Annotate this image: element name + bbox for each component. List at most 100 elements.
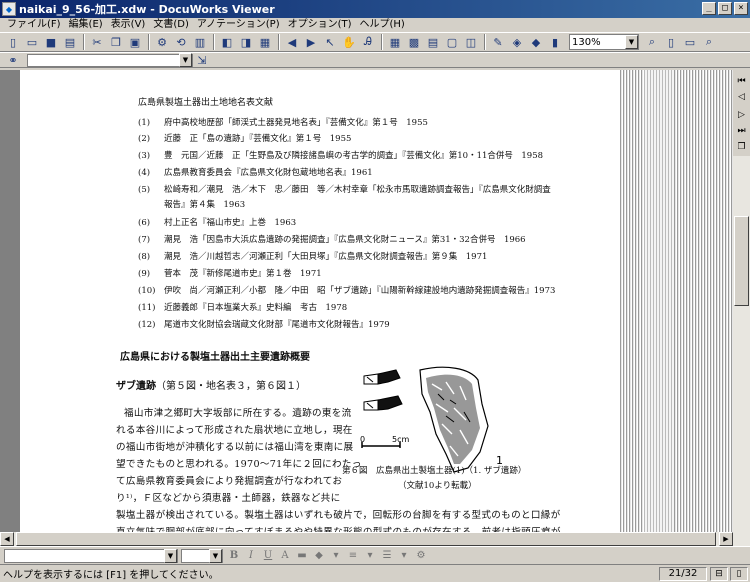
first-page-icon[interactable]: ⏮ — [735, 74, 748, 88]
properties-icon[interactable]: ⚙ — [153, 34, 171, 50]
chevron-down-icon[interactable]: ▾ — [328, 549, 344, 563]
docuworks-app-icon[interactable]: ◆ — [2, 2, 16, 16]
toolbar-separator — [484, 34, 486, 50]
toolbar-separator — [148, 34, 150, 50]
menu-file[interactable]: ファイル(F) — [3, 18, 65, 32]
reference-item: (10) 伊吹 尚／河瀬正利／小都 隆／中田 昭「ザブ遺跡」『山陽新幹線建設地内遺… — [138, 286, 556, 296]
pottery-figure: 0 5cm 1 — [360, 366, 503, 473]
menu-document[interactable]: 文書(D) — [149, 18, 193, 32]
reference-item: (2) 近藤 正「島の遺跡」『芸備文化』第１号 1955 — [138, 134, 352, 144]
text-color-icon[interactable]: A — [277, 549, 293, 563]
horizontal-scrollbar[interactable]: ◀ ▶ — [0, 532, 750, 546]
outline-view-icon[interactable]: ▤ — [424, 34, 442, 50]
text-format-toolbar: ▼ ▼ B I U A ▬ ◆ ▾ ≡ ▾ ☰ ▾ ⚙ — [0, 546, 750, 564]
fill-color-icon[interactable]: ◆ — [311, 549, 327, 563]
print-icon[interactable]: ▤ — [61, 34, 79, 50]
page-list-icon[interactable]: ❐ — [735, 140, 748, 154]
hand-tool-icon[interactable]: ✋ — [340, 34, 358, 50]
scroll-right-icon[interactable]: ▶ — [719, 532, 733, 546]
body-text-line: れる本谷川によって形成された扇状地に立地し，現在 — [116, 425, 353, 436]
rotate-icon[interactable]: ⟲ — [172, 34, 190, 50]
menu-options[interactable]: オプション(T) — [284, 18, 356, 32]
chevron-down-icon[interactable]: ▼ — [179, 53, 192, 67]
paste-icon[interactable]: ▣ — [126, 34, 144, 50]
page-edge-shadow — [620, 70, 733, 532]
chevron-down-icon[interactable]: ▼ — [164, 548, 177, 563]
pointer-tool-icon[interactable]: ↖ — [321, 34, 339, 50]
book-icon[interactable]: ▮ — [546, 34, 564, 50]
lock-icon: ⊟ — [710, 566, 728, 581]
figure-caption: 第６図 広島県出土製塩土器(1)（1. ザブ遺跡） — [342, 466, 527, 476]
vertical-scrollbar[interactable]: ⏮ ◁ ▷ ⏭ ❐ — [733, 70, 750, 532]
close-button[interactable]: × — [734, 2, 748, 15]
font-name-select[interactable]: ▼ — [4, 548, 178, 563]
italic-button[interactable]: I — [243, 549, 259, 563]
line-width-icon[interactable]: ≡ — [345, 549, 361, 563]
highlighter-icon[interactable]: ◆ — [527, 34, 545, 50]
reference-item: (9) 菅本 茂『新修尾道市史』第１巻 1971 — [138, 269, 322, 279]
reference-item: (12) 尾道市文化財協会瑞蔵文化財部『尾道市文化財報告』1979 — [138, 320, 390, 330]
text-select-icon[interactable]: Ꭿ — [359, 34, 377, 50]
zoom-select[interactable]: 130% ▼ — [569, 34, 639, 50]
document-page: 広島県製塩土器出土地地名表文献 (1) 府中高校地歴部「師渓式土器発見地名表」『芸… — [20, 70, 620, 532]
menu-annotation[interactable]: アノテーション(P) — [193, 18, 284, 32]
fit-page-icon[interactable]: ▯ — [662, 34, 680, 50]
alignment-icon[interactable]: ☰ — [379, 549, 395, 563]
document-area[interactable]: 広島県製塩土器出土地地名表文献 (1) 府中高校地歴部「師渓式土器発見地名表」『芸… — [0, 70, 733, 532]
binoculars-icon[interactable]: ⚭ — [4, 52, 22, 68]
settings-icon[interactable]: ⚙ — [413, 549, 429, 563]
menu-view[interactable]: 表示(V) — [107, 18, 150, 32]
reference-item: (3) 豊 元国／近藤 正「生野島及び隣接諸島嶼の考古学的調査」『芸備文化』第10… — [138, 151, 544, 161]
save-icon[interactable]: ■ — [42, 34, 60, 50]
line-style-icon[interactable]: ▬ — [294, 549, 310, 563]
chevron-down-icon[interactable]: ▾ — [362, 549, 378, 563]
menu-edit[interactable]: 編集(E) — [65, 18, 107, 32]
page-view-icon[interactable]: ▢ — [443, 34, 461, 50]
next-page-icon[interactable]: ▷ — [735, 108, 748, 122]
magnifier-icon[interactable]: ⌕ — [700, 34, 718, 50]
open-folder-icon[interactable]: ▭ — [23, 34, 41, 50]
previous-page-icon[interactable]: ◁ — [735, 90, 748, 104]
underline-button[interactable]: U — [260, 549, 276, 563]
chevron-down-icon[interactable]: ▾ — [396, 549, 412, 563]
minimize-button[interactable]: _ — [702, 2, 716, 15]
fit-width-icon[interactable]: ▭ — [681, 34, 699, 50]
full-view-icon[interactable]: ◫ — [462, 34, 480, 50]
figure-caption-source: （文献10より転載） — [398, 481, 477, 491]
link-toolbar: ⚭ ▼ ⇲ — [0, 52, 750, 68]
horizontal-scroll-thumb[interactable] — [16, 532, 716, 546]
toolbar-separator — [83, 34, 85, 50]
new-document-icon[interactable]: ▯ — [4, 34, 22, 50]
single-page-icon[interactable]: ◧ — [218, 34, 236, 50]
document-status-icon: ▯ — [730, 566, 748, 581]
back-arrow-icon[interactable]: ◀ — [283, 34, 301, 50]
chevron-down-icon[interactable]: ▼ — [625, 35, 638, 49]
page-layout-icon[interactable]: ▦ — [256, 34, 274, 50]
font-size-select[interactable]: ▼ — [181, 548, 223, 563]
toolbar-separator — [213, 34, 215, 50]
vertical-scroll-thumb[interactable] — [734, 216, 749, 306]
bold-button[interactable]: B — [226, 549, 242, 563]
thumbnail-view-icon[interactable]: ▦ — [386, 34, 404, 50]
page-tools-icon[interactable]: ▥ — [191, 34, 209, 50]
menu-help[interactable]: ヘルプ(H) — [356, 18, 409, 32]
copy-icon[interactable]: ❐ — [107, 34, 125, 50]
maximize-button[interactable]: □ — [718, 2, 732, 15]
scroll-left-icon[interactable]: ◀ — [0, 532, 14, 546]
chevron-down-icon[interactable]: ▼ — [209, 548, 222, 563]
last-page-icon[interactable]: ⏭ — [735, 124, 748, 138]
stamp-icon[interactable]: ◈ — [508, 34, 526, 50]
link-go-icon[interactable]: ⇲ — [193, 52, 211, 68]
sherd-drawing — [419, 366, 489, 473]
grid-view-icon[interactable]: ▩ — [405, 34, 423, 50]
vertical-scroll-track[interactable] — [733, 156, 750, 532]
zoom-in-icon[interactable]: ⌕ — [643, 34, 661, 50]
body-text-line: り¹⁾，Ｆ区などから須恵器・土師器，鉄器など共に — [116, 493, 341, 504]
reference-item: (11) 近藤義郎『日本塩業大系』史料編 考古 1978 — [138, 303, 348, 313]
page-edge-light — [644, 70, 674, 532]
two-page-icon[interactable]: ◨ — [237, 34, 255, 50]
forward-arrow-icon[interactable]: ▶ — [302, 34, 320, 50]
link-select[interactable]: ▼ — [27, 53, 193, 67]
cut-icon[interactable]: ✂ — [88, 34, 106, 50]
annotation-icon[interactable]: ✎ — [489, 34, 507, 50]
